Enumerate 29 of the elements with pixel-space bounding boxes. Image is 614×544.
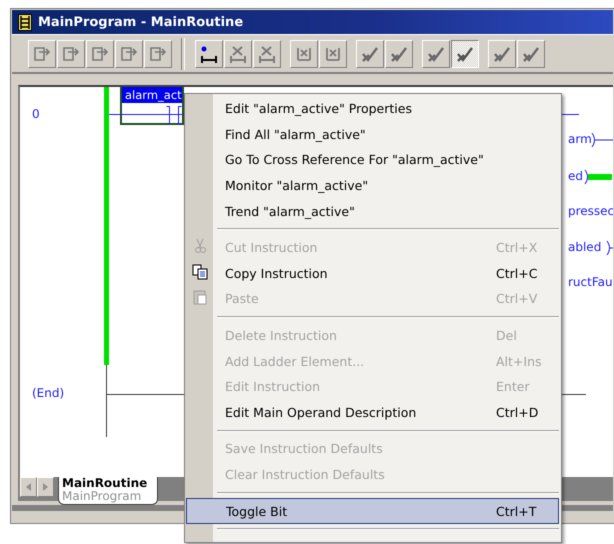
scissors-icon: [192, 238, 208, 254]
tag-label: arm: [568, 132, 592, 146]
menu-item[interactable]: Copy Instruction Ctrl+C: [185, 260, 559, 286]
scroll-left-button[interactable]: [20, 477, 37, 497]
end-rung-label: (End): [32, 386, 64, 400]
left-arrow-icon: [26, 483, 32, 491]
tag-label: pressec: [568, 204, 613, 218]
toolbar-button[interactable]: [451, 40, 479, 68]
tag-label: abled: [568, 240, 602, 254]
toolbar-glyph-icon: [199, 44, 219, 64]
menu-item[interactable]: Find All "alarm_active": [185, 122, 559, 148]
tag-label: ed: [568, 169, 583, 183]
ladder-logic-icon: [18, 14, 32, 30]
toolbar-glyph-icon: [228, 44, 248, 64]
menu-item[interactable]: Go To Cross Reference For "alarm_active": [185, 147, 559, 173]
menu-item[interactable]: Edit "alarm_active" Properties: [185, 96, 559, 122]
scroll-right-button[interactable]: [37, 477, 54, 497]
menu-item[interactable]: Edit Main Operand Description Ctrl+D: [185, 400, 559, 426]
tag-label: ructFau: [568, 275, 613, 289]
menu-item[interactable]: Trend "alarm_active": [185, 198, 559, 224]
rung-number: 0: [32, 107, 40, 121]
toolbar-glyph-icon: [257, 44, 277, 64]
menu-item[interactable]: Toggle Bit Ctrl+T: [186, 498, 559, 524]
copy-icon: [192, 264, 208, 280]
clipboard-icon: [192, 289, 208, 306]
right-arrow-icon: [42, 483, 48, 491]
menu-item[interactable]: Monitor "alarm_active": [185, 172, 559, 198]
window-title: MainProgram - MainRoutine: [38, 14, 244, 30]
routine-tab[interactable]: MainRoutine MainProgram: [58, 477, 158, 505]
